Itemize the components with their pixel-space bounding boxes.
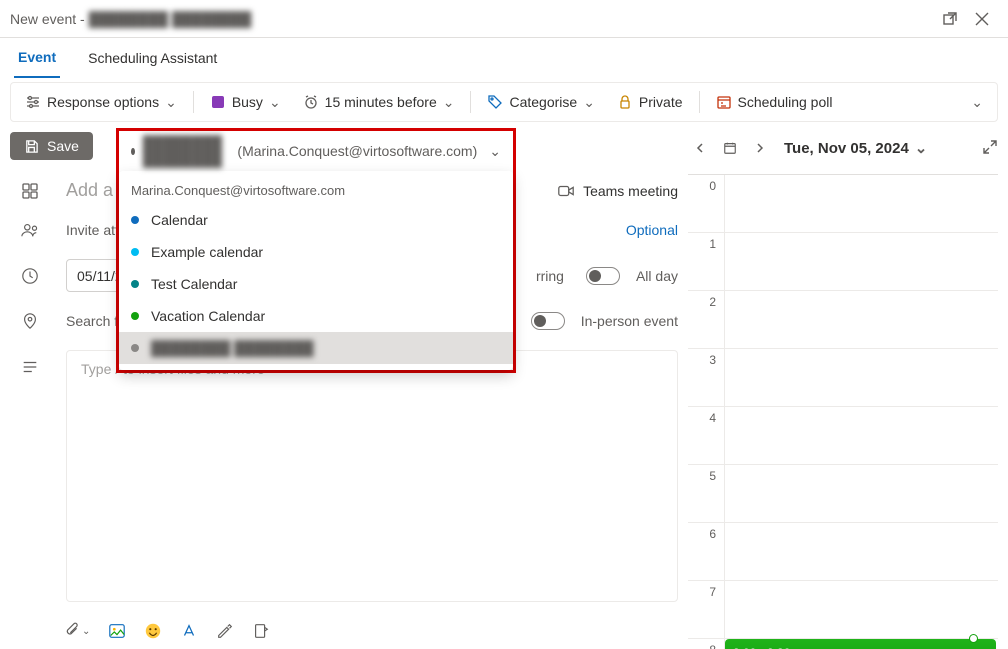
text-format-icon[interactable] — [180, 622, 198, 640]
schedule-pane: Tue, Nov 05, 2024 ⌄ 0 1 2 3 4 5 6 7 8 8:… — [688, 132, 998, 649]
dropdown-account-header: Marina.Conquest@virtosoftware.com — [119, 177, 513, 204]
chevron-down-icon: ⌄ — [443, 94, 455, 111]
chevron-down-icon: ⌄ — [915, 139, 928, 157]
sliders-icon — [25, 94, 41, 110]
hour-label: 3 — [688, 349, 724, 406]
inperson-label: In-person event — [581, 313, 678, 329]
calendar-selector-user: ████████ ████████ — [143, 135, 230, 167]
editor-toolbar: ⌄ — [10, 612, 678, 640]
chevron-down-icon: ⌄ — [971, 94, 983, 111]
chevron-down-icon: ⌄ — [165, 94, 177, 111]
expand-schedule-button[interactable] — [982, 139, 998, 158]
allday-label: All day — [636, 268, 678, 284]
scheduling-poll-button[interactable]: Scheduling poll — [708, 86, 841, 118]
location-icon — [10, 312, 50, 330]
popout-icon[interactable] — [934, 3, 966, 35]
tabs: Event Scheduling Assistant — [0, 38, 1008, 78]
today-button[interactable] — [718, 136, 742, 160]
hour-label: 6 — [688, 523, 724, 580]
hour-label: 0 — [688, 175, 724, 232]
dot-icon — [131, 148, 135, 155]
dot-icon — [131, 344, 139, 352]
allday-toggle[interactable] — [586, 267, 620, 285]
calendar-option[interactable]: Example calendar — [119, 236, 513, 268]
signature-icon[interactable] — [216, 622, 234, 640]
recurrence-label: rring — [536, 268, 564, 284]
chevron-down-icon: ⌄ — [269, 94, 281, 111]
dot-icon — [131, 216, 139, 224]
lock-icon — [617, 94, 633, 110]
video-icon — [557, 182, 575, 200]
categorise-button[interactable]: Categorise ⌄ — [479, 86, 602, 118]
alarm-icon — [303, 94, 319, 110]
inperson-toggle[interactable] — [531, 312, 565, 330]
ribbon: Response options ⌄ Busy ⌄ 15 minutes bef… — [10, 82, 998, 122]
hour-label: 8 — [688, 639, 724, 649]
chevron-down-icon: ⌄ — [583, 94, 595, 111]
people-icon — [10, 221, 50, 239]
schedule-date-picker[interactable]: Tue, Nov 05, 2024 ⌄ — [784, 139, 927, 157]
close-icon[interactable] — [966, 3, 998, 35]
event-resize-handle[interactable] — [969, 634, 978, 643]
teams-meeting-label: Teams meeting — [583, 183, 678, 199]
window-title-prefix: New event - — [10, 11, 85, 27]
event-form: Save Add a t Teams meeting Invite atte O… — [10, 132, 678, 649]
ribbon-overflow[interactable]: ⌄ — [963, 86, 991, 118]
calendar-option[interactable]: Calendar — [119, 204, 513, 236]
next-day-button[interactable] — [748, 136, 772, 160]
response-options-button[interactable]: Response options ⌄ — [17, 86, 185, 118]
title-icon — [10, 182, 50, 200]
tab-event[interactable]: Event — [14, 38, 60, 78]
clock-icon — [10, 267, 50, 285]
dot-icon — [131, 280, 139, 288]
hour-label: 5 — [688, 465, 724, 522]
image-icon[interactable] — [108, 622, 126, 640]
reminder-button[interactable]: 15 minutes before ⌄ — [295, 86, 463, 118]
calendar-selector-dropdown: Marina.Conquest@virtosoftware.com Calend… — [119, 171, 513, 370]
hour-label: 4 — [688, 407, 724, 464]
save-icon — [24, 139, 39, 154]
emoji-icon[interactable] — [144, 622, 162, 640]
dot-icon — [131, 248, 139, 256]
tag-icon — [487, 94, 503, 110]
timeline[interactable]: 0 1 2 3 4 5 6 7 8 8:00 - 8:30 — [688, 174, 998, 649]
calendar-option[interactable]: Test Calendar — [119, 268, 513, 300]
calendar-option[interactable]: Vacation Calendar — [119, 300, 513, 332]
tab-scheduling-assistant[interactable]: Scheduling Assistant — [84, 38, 221, 78]
schedule-event-block[interactable]: 8:00 - 8:30 — [725, 639, 996, 649]
description-icon — [10, 350, 50, 376]
dot-icon — [131, 312, 139, 320]
window-title-user: ████████ ████████ — [89, 11, 252, 27]
prev-day-button[interactable] — [688, 136, 712, 160]
calendar-selector-email: (Marina.Conquest@virtosoftware.com) — [237, 143, 477, 159]
chevron-down-icon: ⌄ — [489, 143, 501, 160]
calendar-account-option[interactable]: ████████ ████████ — [119, 332, 513, 364]
optional-button[interactable]: Optional — [626, 222, 678, 238]
save-button[interactable]: Save — [10, 132, 93, 160]
status-busy-button[interactable]: Busy ⌄ — [202, 86, 289, 118]
more-icon[interactable] — [252, 622, 270, 640]
window-titlebar: New event - ████████ ████████ — [0, 0, 1008, 38]
hour-label: 2 — [688, 291, 724, 348]
poll-icon — [716, 94, 732, 110]
private-button[interactable]: Private — [609, 86, 691, 118]
calendar-selector-highlight: ████████ ████████ (Marina.Conquest@virto… — [116, 128, 516, 373]
hour-label: 1 — [688, 233, 724, 290]
calendar-selector-button[interactable]: ████████ ████████ (Marina.Conquest@virto… — [119, 131, 513, 171]
busy-icon — [210, 94, 226, 110]
hour-label: 7 — [688, 581, 724, 638]
description-input[interactable]: Type / to insert files and more — [66, 350, 678, 602]
attach-icon[interactable]: ⌄ — [64, 622, 90, 640]
